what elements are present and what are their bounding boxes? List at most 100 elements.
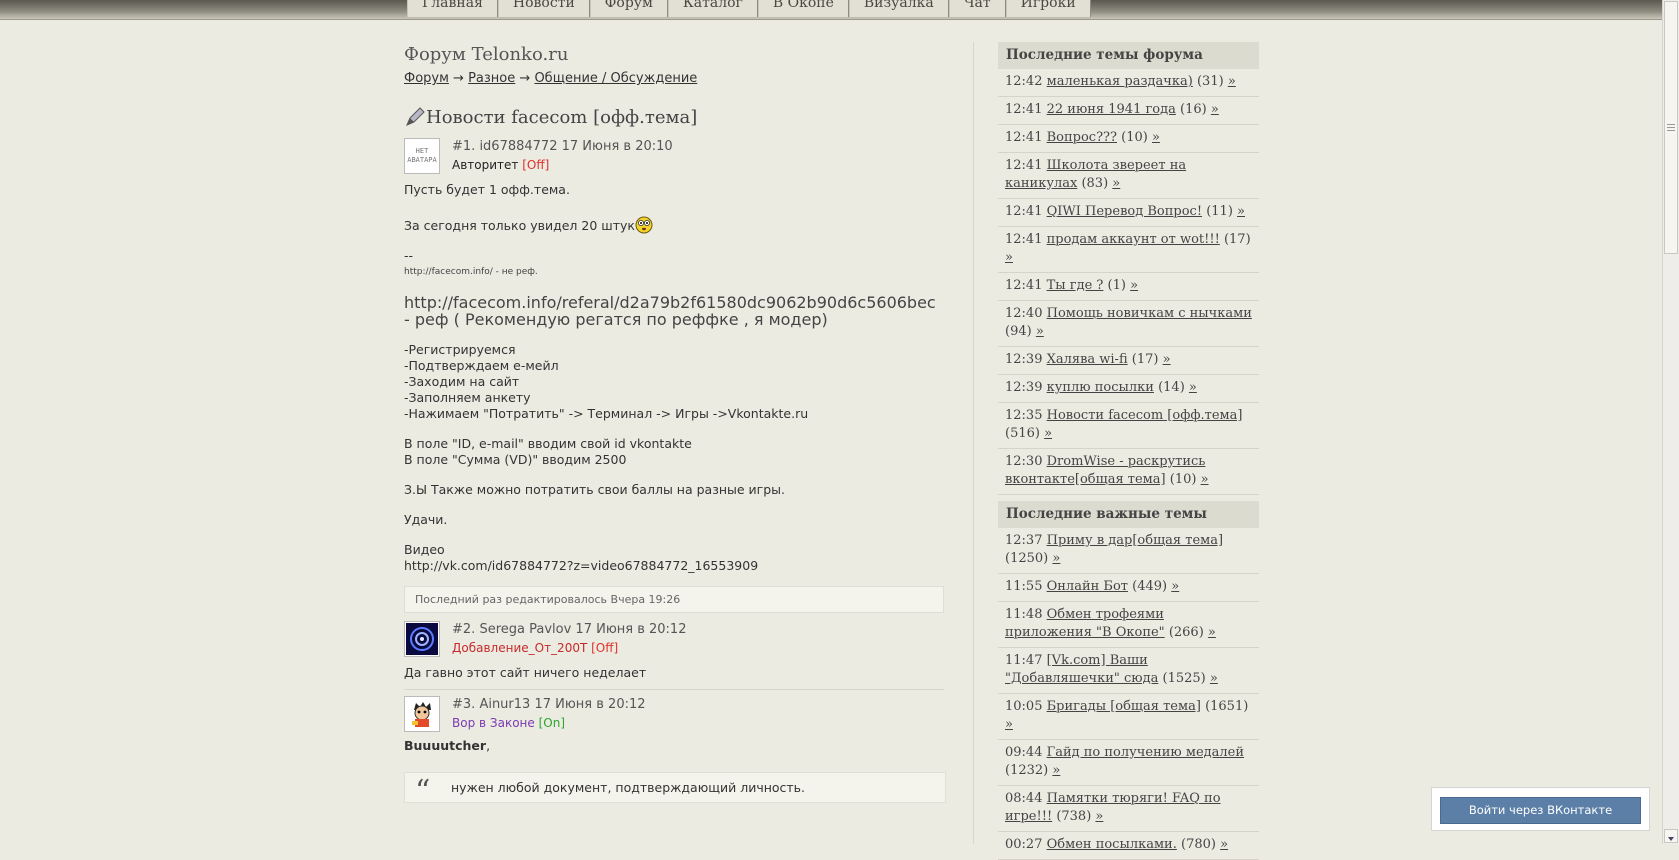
nav-item[interactable]: В Окопе — [757, 0, 849, 17]
topic-time: 12:41 — [1005, 232, 1043, 247]
sidebar-heading: Последние темы форума — [998, 42, 1259, 69]
referral-link[interactable]: http://facecom.info/referal/d2a79b2f6158… — [404, 294, 944, 328]
topic-link[interactable]: маленькая раздачка) — [1047, 74, 1193, 89]
topic-time: 11:48 — [1005, 607, 1043, 622]
topic-link[interactable]: 22 июня 1941 года — [1047, 102, 1176, 117]
breadcrumb-discussion[interactable]: Общение / Обсуждение — [534, 71, 697, 86]
edited-note: Последний раз редактировалось Вчера 19:2… — [404, 586, 944, 613]
topic-link[interactable]: Бригады [общая тема] — [1047, 699, 1201, 714]
avatar[interactable] — [404, 696, 440, 732]
nav-item[interactable]: Форум — [589, 0, 668, 17]
topic-last-link[interactable]: » — [1112, 176, 1120, 191]
avatar[interactable]: НЕТ АВАТАРА — [404, 138, 440, 174]
sidebar-topic-item: 08:44 Памятки тюряги! FAQ по игре!!! (73… — [998, 786, 1259, 832]
video-link[interactable]: http://vk.com/id67884772?z=video67884772… — [404, 558, 944, 574]
topic-time: 12:37 — [1005, 533, 1043, 548]
topic-link[interactable]: Халява wi-fi — [1047, 352, 1128, 367]
topic-last-link[interactable]: » — [1201, 472, 1209, 487]
breadcrumb-forum[interactable]: Форум — [404, 71, 449, 86]
nav-item[interactable]: Новости — [497, 0, 590, 17]
topic-count: (17) — [1223, 232, 1251, 247]
topic-last-link[interactable]: » — [1211, 102, 1219, 117]
nav-item[interactable]: Чат — [948, 0, 1006, 17]
topic-last-link[interactable]: » — [1237, 204, 1245, 219]
topic-title: Новости facecom [офф.тема] — [404, 106, 944, 128]
post-text: За сегодня только увидел 20 штук — [404, 218, 635, 233]
topic-count: (11) — [1206, 204, 1233, 219]
post-header: #2. Serega Pavlov 17 Июня в 20:12 Добавл… — [404, 621, 944, 657]
sidebar-topic-item: 12:42 маленькая раздачка) (31) » — [998, 69, 1259, 97]
topic-link[interactable]: Новости facecom [офф.тема] — [1047, 408, 1243, 423]
topic-link[interactable]: Гайд по получению медалей — [1047, 745, 1244, 760]
topic-last-link[interactable]: » — [1220, 837, 1228, 852]
topic-link[interactable]: Помощь новичкам с нычками — [1047, 306, 1252, 321]
post-text: Да гавно этот сайт ничего неделает — [404, 665, 647, 680]
user-rank: Авторитет — [452, 158, 519, 172]
topic-link[interactable]: QIWI Перевод Вопрос! — [1047, 204, 1202, 219]
post-body: Пусть будет 1 офф.тема. За сегодня тольк… — [404, 182, 944, 574]
quote-block: “ нужен любой документ, подтверждающий л… — [404, 772, 946, 807]
main-content: Форум Telonko.ru Форум → Разное → Общени… — [404, 40, 946, 807]
breadcrumb: Форум → Разное → Общение / Обсуждение — [404, 71, 944, 86]
scroll-grip-icon — [1667, 124, 1675, 131]
post-author[interactable]: id67884772 — [479, 139, 557, 154]
quoted-user[interactable]: Buuuutcher — [404, 738, 486, 753]
post-author[interactable]: Ainur13 — [479, 697, 530, 712]
post-1: НЕТ АВАТАРА #1. id67884772 17 Июня в 20:… — [404, 138, 944, 613]
breadcrumb-misc[interactable]: Разное — [468, 71, 515, 86]
topic-last-link[interactable]: » — [1052, 763, 1060, 778]
topic-count: (83) — [1081, 176, 1109, 191]
topic-link[interactable]: куплю посылки — [1047, 380, 1154, 395]
topic-last-link[interactable]: » — [1130, 278, 1138, 293]
topic-last-link[interactable]: » — [1005, 250, 1013, 265]
topic-time: 12:41 — [1005, 204, 1043, 219]
topic-last-link[interactable]: » — [1210, 671, 1218, 686]
post-number[interactable]: #2. — [452, 622, 475, 637]
scrollbar[interactable] — [1662, 0, 1679, 844]
topic-link[interactable]: Приму в дар[общая тема] — [1047, 533, 1223, 548]
topic-link[interactable]: Ты где ? — [1047, 278, 1104, 293]
sidebar-topic-item: 12:39 куплю посылки (14) » — [998, 375, 1259, 403]
topic-last-link[interactable]: » — [1208, 625, 1216, 640]
sidebar-topic-item: 11:48 Обмен трофеями приложения "В Окопе… — [998, 602, 1259, 648]
topic-last-link[interactable]: » — [1189, 380, 1197, 395]
column-divider — [973, 42, 974, 844]
step-item: -Подтверждаем е-мейл — [404, 358, 559, 373]
topic-last-link[interactable]: » — [1036, 324, 1044, 339]
topic-last-link[interactable]: » — [1152, 130, 1160, 145]
scroll-down-button[interactable] — [1664, 829, 1678, 843]
vk-login-button[interactable]: Войти через ВКонтакте — [1440, 797, 1641, 824]
post-number[interactable]: #1. — [452, 139, 475, 154]
topic-last-link[interactable]: » — [1044, 426, 1052, 441]
topic-time: 12:30 — [1005, 454, 1043, 469]
topic-last-link[interactable]: » — [1095, 809, 1103, 824]
topic-last-link[interactable]: » — [1052, 551, 1060, 566]
topic-link[interactable]: продам аккаунт от wot!!! — [1047, 232, 1220, 247]
post-number[interactable]: #3. — [452, 697, 475, 712]
topic-last-link[interactable]: » — [1171, 579, 1179, 594]
post-author[interactable]: Serega Pavlov — [479, 622, 571, 637]
post-date: 17 Июня в 20:10 — [561, 139, 673, 154]
topic-last-link[interactable]: » — [1228, 74, 1236, 89]
topic-link[interactable]: Вопрос??? — [1047, 130, 1117, 145]
topic-link[interactable]: Обмен посылками. — [1047, 837, 1177, 852]
nav-item[interactable]: Игроки — [1005, 0, 1091, 17]
avatar[interactable] — [404, 621, 440, 657]
nav-item[interactable]: Каталог — [667, 0, 758, 17]
topic-count: (1232) — [1005, 763, 1049, 778]
topic-last-link[interactable]: » — [1163, 352, 1171, 367]
topic-count: (94) — [1005, 324, 1032, 339]
topic-last-link[interactable]: » — [1005, 717, 1013, 732]
nav-item[interactable]: Визуалка — [848, 0, 949, 17]
topic-time: 12:35 — [1005, 408, 1043, 423]
post-text: Удачи. — [404, 512, 448, 527]
online-status: [On] — [538, 716, 566, 730]
sidebar-topic-item: 12:40 Помощь новичкам с нычками (94) » — [998, 301, 1259, 347]
avatar-text: АВАТАРА — [407, 156, 437, 164]
post-text: , — [486, 738, 491, 753]
sidebar-topic-item: 12:39 Халява wi-fi (17) » — [998, 347, 1259, 375]
nav-item[interactable]: Главная — [407, 0, 498, 17]
post-2: #2. Serega Pavlov 17 Июня в 20:12 Добавл… — [404, 621, 944, 690]
topic-link[interactable]: Онлайн Бот — [1047, 579, 1128, 594]
sidebar-topic-item: 00:27 Обмен посылками. (780) » — [998, 832, 1259, 860]
